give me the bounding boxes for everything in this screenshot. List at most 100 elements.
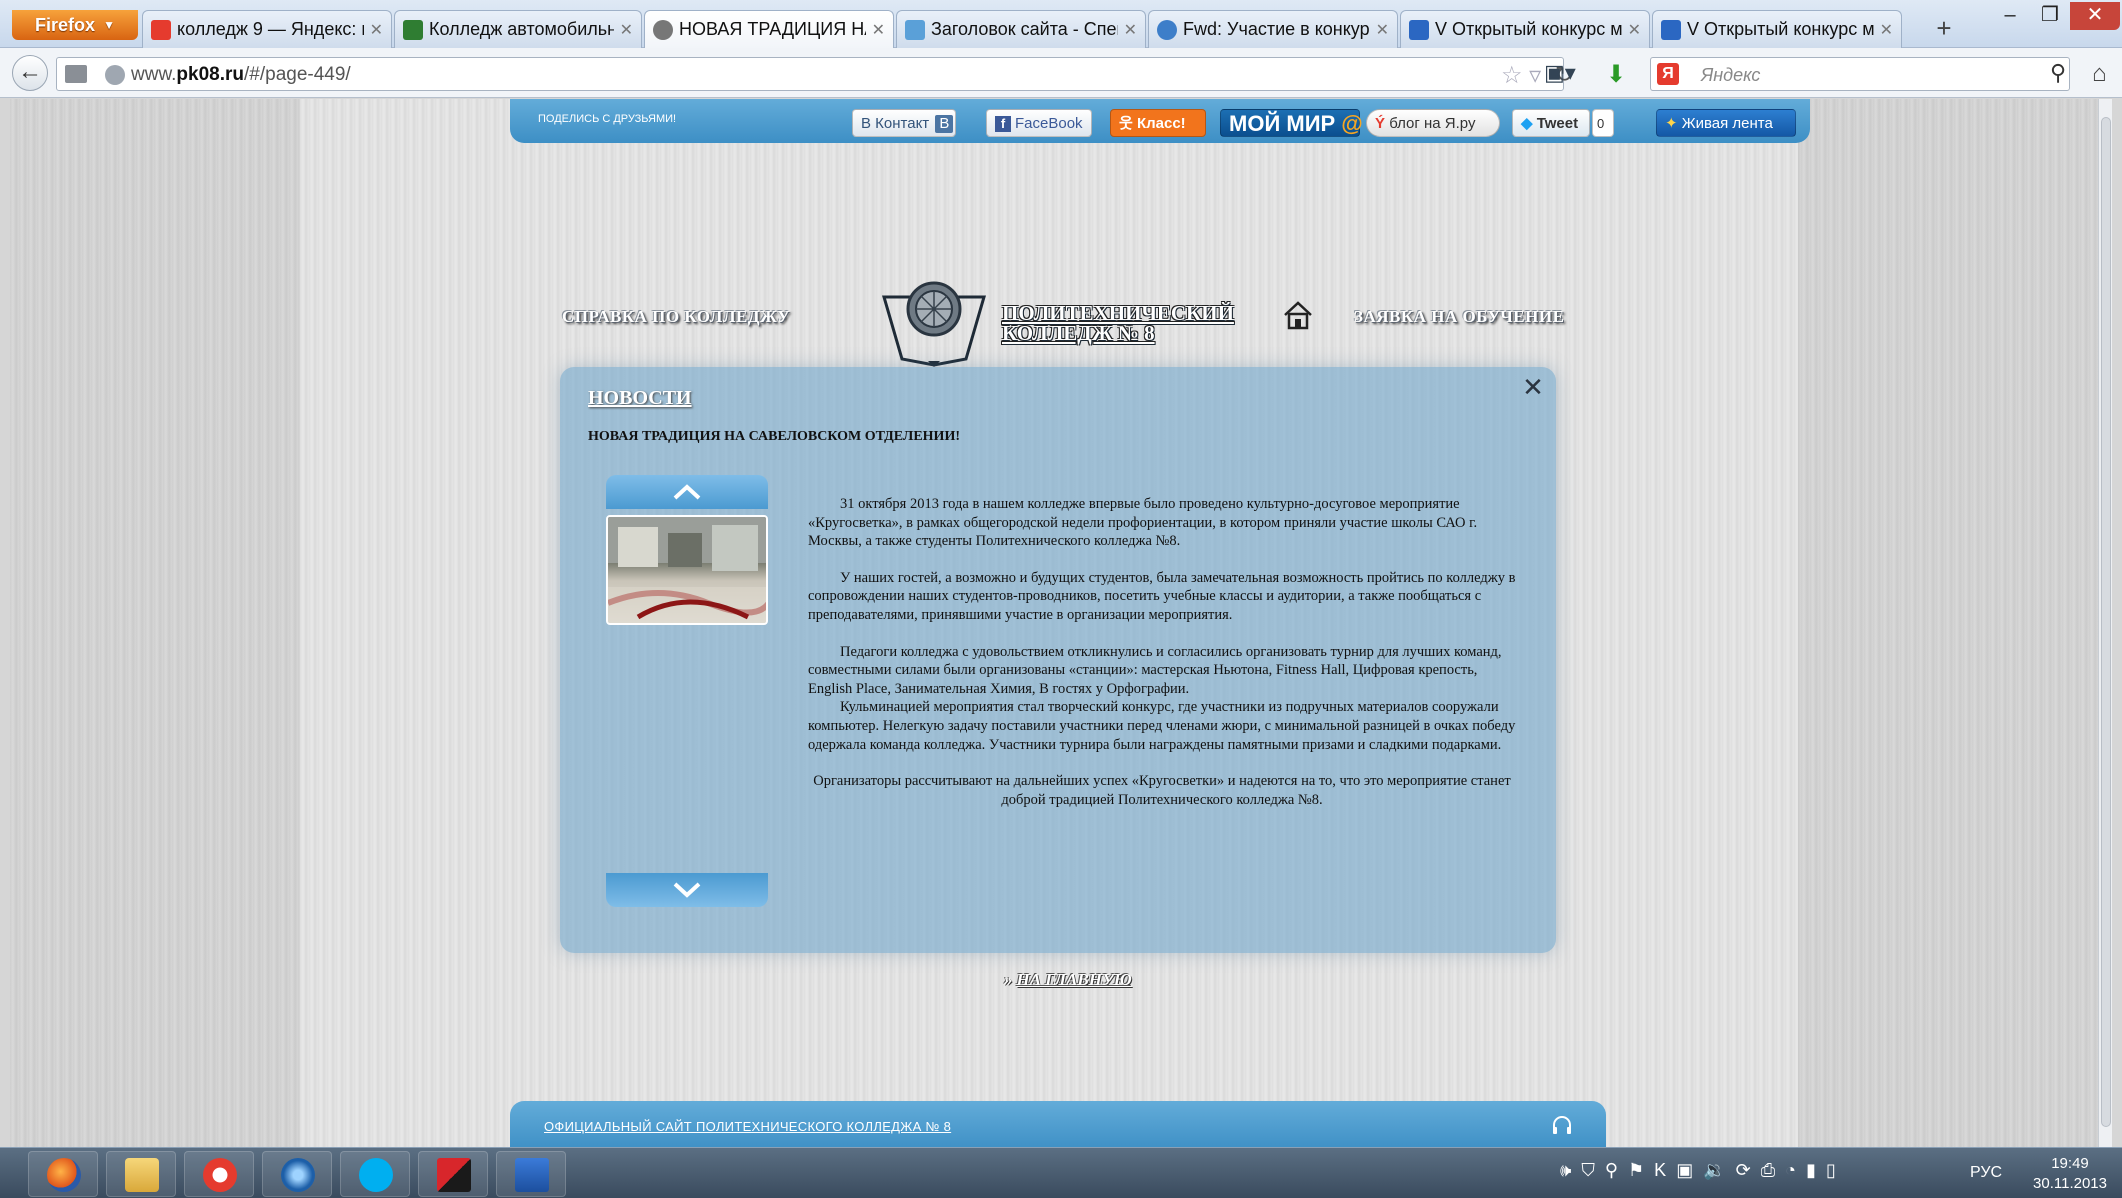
home-icon[interactable]: ⌂ bbox=[2092, 60, 2107, 88]
yandex-search-engine-icon[interactable]: Я bbox=[1657, 63, 1679, 85]
tab-fwd-mail[interactable]: Fwd: Участие в конкурс... ✕ bbox=[1148, 10, 1398, 48]
sync-icon[interactable]: ⟳ bbox=[1736, 1160, 1751, 1181]
input-language-indicator[interactable]: РУС bbox=[1970, 1164, 2002, 1182]
mailru-at-icon: @ bbox=[1335, 111, 1363, 136]
tab-site-header[interactable]: Заголовок сайта - Спец... ✕ bbox=[896, 10, 1146, 48]
firefox-menu-button[interactable]: Firefox ▼ bbox=[12, 10, 138, 40]
maximize-button[interactable]: ❐ bbox=[2030, 2, 2070, 30]
close-tab-icon[interactable]: ✕ bbox=[370, 20, 383, 40]
minimize-button[interactable]: – bbox=[1990, 2, 2030, 30]
footer-official-site-link[interactable]: ОФИЦИАЛЬНЫЙ САЙТ ПОЛИТЕХНИЧЕСКОГО КОЛЛЕД… bbox=[544, 1119, 951, 1134]
new-tab-button[interactable]: + bbox=[1928, 14, 1960, 44]
system-tray: 🕪 ⛉ ⚲ ⚑ K ▣ 🔉 ⟳ ⎙ ◔ ▮ ▯ bbox=[1560, 1160, 1836, 1181]
share-vkontakte-button[interactable]: В Контакт В bbox=[852, 109, 956, 137]
gallery-thumbnail[interactable] bbox=[606, 515, 768, 625]
close-tab-icon[interactable]: ✕ bbox=[1880, 20, 1893, 40]
close-tab-icon[interactable]: ✕ bbox=[1628, 20, 1641, 40]
chevron-down-icon: ▼ bbox=[103, 18, 115, 32]
close-tab-icon[interactable]: ✕ bbox=[872, 20, 885, 40]
browser-titlebar: Firefox ▼ колледж 9 — Яндекс: на... ✕ Ко… bbox=[0, 0, 2122, 48]
taskbar-kaspersky[interactable] bbox=[418, 1151, 488, 1197]
twitter-bird-icon: ◆ bbox=[1521, 115, 1537, 132]
firefox-menu-label: Firefox bbox=[35, 14, 96, 35]
tab-open-contest-1[interactable]: V Открытый конкурс ме... ✕ bbox=[1400, 10, 1650, 48]
page-scrollbar[interactable] bbox=[2098, 99, 2112, 1147]
share-yaru-button[interactable]: Ý блог на Я.ру bbox=[1366, 109, 1500, 137]
close-tab-icon[interactable]: ✕ bbox=[1376, 20, 1389, 40]
signal-icon[interactable]: ▮ bbox=[1806, 1160, 1816, 1181]
share-bar: ПОДЕЛИСЬ С ДРУЗЬЯМИ! В Контакт В f FaceBo… bbox=[510, 99, 1810, 143]
tab-college-auto[interactable]: Колледж автомобильн... ✕ bbox=[394, 10, 642, 48]
kaspersky-tray-icon[interactable]: K bbox=[1654, 1160, 1666, 1181]
share-mm-label: МОЙ МИР bbox=[1229, 111, 1336, 136]
back-to-main-link[interactable]: » НА ГЛАВНУЮ bbox=[1004, 970, 1132, 990]
shield-icon[interactable]: ⛉ bbox=[1581, 1160, 1595, 1181]
site-header: СПРАВКА ПО КОЛЛЕДЖУ ПОЛИТЕХНИЧЕСКИЙ КОЛЛ… bbox=[10, 269, 2108, 369]
nav-apply-link[interactable]: ЗАЯВКА НА ОБУЧЕНИЕ bbox=[1354, 307, 1564, 327]
share-vk-label: В Контакт bbox=[861, 115, 930, 132]
page-viewport: ПОДЕЛИСЬ С ДРУЗЬЯМИ! В Контакт В f FaceBo… bbox=[10, 99, 2108, 1147]
tab-new-tradition[interactable]: НОВАЯ ТРАДИЦИЯ НА ... ✕ bbox=[644, 10, 894, 48]
tab-strip: колледж 9 — Яндекс: на... ✕ Колледж авто… bbox=[142, 10, 1904, 48]
flag-icon[interactable]: ⚑ bbox=[1628, 1160, 1644, 1181]
gallery-scroll-down-button[interactable] bbox=[606, 873, 768, 907]
bookmark-star-icon[interactable]: ☆ ▿ bbox=[1501, 61, 1541, 90]
tab-title: колледж 9 — Яндекс: на... bbox=[177, 19, 364, 39]
tab-title: Колледж автомобильн... bbox=[429, 19, 614, 39]
skype-icon bbox=[359, 1158, 393, 1192]
news-paragraph: Педагоги колледжа с удовольствием отклик… bbox=[808, 643, 1502, 697]
close-icon[interactable]: ✕ bbox=[1520, 374, 1546, 401]
college-emblem-icon bbox=[653, 19, 673, 40]
share-live-feed-button[interactable]: ✦ Живая лента bbox=[1656, 109, 1796, 137]
taskbar-clock[interactable]: 19:49 30.11.2013 bbox=[2022, 1154, 2118, 1194]
logo-line-2: КОЛЛЕДЖ № 8 bbox=[1002, 321, 1155, 345]
word-icon bbox=[515, 1158, 549, 1192]
back-button[interactable]: ← bbox=[12, 55, 48, 91]
taskbar-firefox[interactable] bbox=[28, 1151, 98, 1197]
share-label: ПОДЕЛИСЬ С ДРУЗЬЯМИ! bbox=[538, 113, 677, 125]
close-tab-icon[interactable]: ✕ bbox=[620, 20, 633, 40]
battery-icon[interactable]: ▯ bbox=[1826, 1160, 1836, 1181]
headphones-icon[interactable] bbox=[1550, 1113, 1574, 1137]
taskbar-yandex-browser[interactable] bbox=[184, 1151, 254, 1197]
url-bar[interactable]: www.pk08.ru/#/page-449/ ☆ ▿ ↻ bbox=[56, 57, 1573, 91]
college-logo-text[interactable]: ПОЛИТЕХНИЧЕСКИЙ КОЛЛЕДЖ № 8 bbox=[1002, 303, 1234, 345]
site-favicon-icon bbox=[905, 19, 925, 40]
tab-title: Fwd: Участие в конкурс... bbox=[1183, 19, 1370, 39]
wifi-icon[interactable]: ◔ bbox=[1785, 1160, 1796, 1181]
nav-college-info-link[interactable]: СПРАВКА ПО КОЛЛЕДЖУ bbox=[562, 307, 790, 327]
news-paragraph: Кульминацией мероприятия стал творческий… bbox=[808, 699, 1516, 753]
speaker-icon[interactable]: 🔉 bbox=[1703, 1160, 1725, 1181]
volume-icon[interactable]: 🕪 bbox=[1560, 1160, 1571, 1181]
taskbar-word[interactable] bbox=[496, 1151, 566, 1197]
close-window-button[interactable]: ✕ bbox=[2070, 2, 2120, 30]
back-to-main-label: НА ГЛАВНУЮ bbox=[1016, 970, 1132, 989]
tab-title: Заголовок сайта - Спец... bbox=[931, 19, 1118, 39]
download-icon[interactable]: ⬇ bbox=[1606, 60, 1626, 89]
search-icon[interactable]: ⚲ bbox=[2050, 60, 2066, 86]
display-icon[interactable]: ▣ bbox=[1676, 1160, 1693, 1181]
news-paragraph: Организаторы рассчитывают на дальнейших … bbox=[813, 773, 1511, 808]
close-tab-icon[interactable]: ✕ bbox=[1124, 20, 1137, 40]
search-bar[interactable]: Я Яндекс bbox=[1650, 57, 2070, 91]
home-icon[interactable] bbox=[1282, 299, 1314, 331]
share-facebook-button[interactable]: f FaceBook bbox=[986, 109, 1092, 137]
gallery-scroll-up-button[interactable] bbox=[606, 475, 768, 509]
taskbar-media-player[interactable] bbox=[262, 1151, 332, 1197]
share-odnoklassniki-button[interactable]: 웃 Класс! bbox=[1110, 109, 1206, 137]
printer-icon[interactable]: ⎙ bbox=[1761, 1160, 1775, 1181]
share-tweet-button[interactable]: ◆ Tweet bbox=[1512, 109, 1590, 137]
taskbar-explorer[interactable] bbox=[106, 1151, 176, 1197]
tab-yandex-search[interactable]: колледж 9 — Яндекс: на... ✕ bbox=[142, 10, 392, 48]
document-icon bbox=[1661, 19, 1681, 40]
network-icon[interactable]: ⚲ bbox=[1605, 1160, 1618, 1181]
bookmarks-menu-icon[interactable]: ▣▾ bbox=[1544, 60, 1576, 86]
clock-time: 19:49 bbox=[2051, 1155, 2089, 1172]
college-emblem-icon[interactable] bbox=[880, 275, 988, 367]
tab-open-contest-2[interactable]: V Открытый конкурс ме... ✕ bbox=[1652, 10, 1902, 48]
scrollbar-thumb[interactable] bbox=[2101, 117, 2111, 1127]
taskbar-skype[interactable] bbox=[340, 1151, 410, 1197]
share-moimir-button[interactable]: МОЙ МИР @ bbox=[1220, 109, 1363, 137]
news-section-heading[interactable]: НОВОСТИ bbox=[588, 387, 692, 410]
page-icon bbox=[65, 65, 87, 83]
